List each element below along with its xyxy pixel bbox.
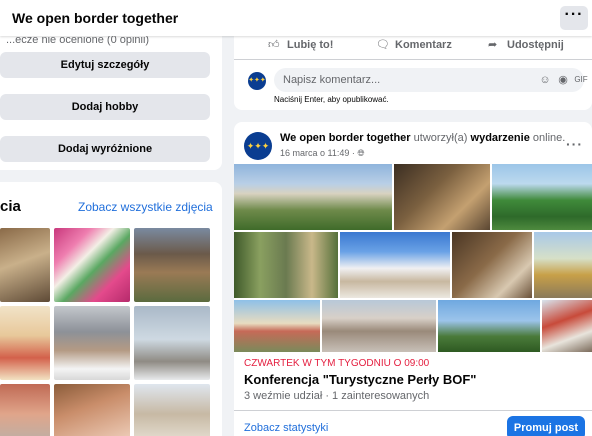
photo-tile xyxy=(492,164,592,230)
gif-icon[interactable]: GIF xyxy=(574,73,588,87)
comment-hint: Naciśnij Enter, aby opublikować. xyxy=(274,95,389,104)
photos-title: cia xyxy=(0,198,21,215)
share-label: Udostępnij xyxy=(507,39,564,51)
eu-flag-icon: ✦✦✦ xyxy=(248,77,266,84)
photo-thumbnail[interactable] xyxy=(54,384,130,436)
photo-tile xyxy=(322,300,436,352)
photo-thumbnail[interactable] xyxy=(0,384,50,436)
comment-placeholder: Napisz komentarz... xyxy=(283,74,381,86)
post-more-button[interactable]: ··· xyxy=(566,136,583,152)
timestamp-text: 16 marca o 11:49 · xyxy=(280,148,358,158)
photo-tile xyxy=(438,300,540,352)
avatar[interactable]: ✦✦✦ xyxy=(244,132,272,160)
event-date: CZWARTEK W TYM TYGODNIU O 09:00 xyxy=(244,358,430,369)
page-header: We open border together ··· xyxy=(0,0,592,36)
like-label: Lubię to! xyxy=(287,39,334,51)
photos-card: cia Zobacz wszystkie zdjęcia xyxy=(0,182,222,436)
page-title: We open border together xyxy=(12,10,179,26)
promote-post-button[interactable]: Promuj post xyxy=(507,416,585,436)
event-attendance: 3 weźmie udział · 1 zainteresowanych xyxy=(244,390,430,402)
photo-tile xyxy=(542,300,592,352)
page-name-link[interactable]: We open border together xyxy=(280,132,411,144)
photo-tile xyxy=(394,164,490,230)
avatar[interactable]: ✦✦✦ xyxy=(248,72,266,90)
photo-thumbnail[interactable] xyxy=(134,384,210,436)
globe-icon: 🌐︎ xyxy=(357,148,365,158)
previous-post: 👍︎ Lubię to! 🗨︎ Komentarz ➦ Udostępnij ✦✦✦ … xyxy=(234,30,592,110)
comment-input[interactable]: Napisz komentarz... ☺ ◉ GIF xyxy=(274,68,588,92)
comment-icon: 🗨︎ xyxy=(376,39,390,51)
photo-thumbnail[interactable] xyxy=(134,306,210,380)
see-stats-link[interactable]: Zobacz statystyki xyxy=(244,422,328,434)
emoji-icon[interactable]: ☺ xyxy=(538,73,552,87)
photo-thumbnail[interactable] xyxy=(54,306,130,380)
photo-thumbnail[interactable] xyxy=(0,228,50,302)
camera-icon[interactable]: ◉ xyxy=(556,73,570,87)
add-hobby-button[interactable]: Dodaj hobby xyxy=(0,94,210,120)
event-title[interactable]: Konferencja "Turystyczne Perły BOF" xyxy=(244,372,476,387)
add-featured-button[interactable]: Dodaj wyróżnione xyxy=(0,136,210,162)
eu-flag-icon: ✦✦✦ xyxy=(246,141,270,151)
thumbs-up-icon: 👍︎ xyxy=(268,39,280,51)
event-post: ✦✦✦ We open border together utworzył(a) … xyxy=(234,122,592,436)
comment-label: Komentarz xyxy=(395,39,452,51)
photo-thumbnail[interactable] xyxy=(54,228,130,302)
divider xyxy=(234,410,592,411)
photo-tile xyxy=(534,232,592,298)
post-verb: utworzył(a) xyxy=(413,132,468,144)
post-header: ✦✦✦ We open border together utworzył(a) … xyxy=(244,130,584,162)
comment-button[interactable]: 🗨︎ Komentarz xyxy=(376,38,452,51)
photo-thumbnail[interactable] xyxy=(134,228,210,302)
event-link[interactable]: wydarzenie xyxy=(471,132,530,144)
about-card: ...ecze nie ocenione (0 opinii) Edytuj s… xyxy=(0,30,222,170)
share-icon: ➦ xyxy=(488,39,498,51)
share-button[interactable]: ➦ Udostępnij xyxy=(488,38,564,51)
like-button[interactable]: 👍︎ Lubię to! xyxy=(268,38,333,51)
more-options-button[interactable]: ··· xyxy=(560,6,588,30)
post-author-line: We open border together utworzył(a) wyda… xyxy=(280,132,565,144)
see-all-photos-link[interactable]: Zobacz wszystkie zdjęcia xyxy=(78,200,213,214)
post-suffix: online. xyxy=(532,132,566,144)
post-timestamp[interactable]: 16 marca o 11:49 · 🌐︎ xyxy=(280,148,365,159)
edit-details-button[interactable]: Edytuj szczegóły xyxy=(0,52,210,78)
photo-tile xyxy=(340,232,450,298)
photo-thumbnail[interactable] xyxy=(0,306,50,380)
event-cover-collage[interactable] xyxy=(234,164,592,352)
photo-tile xyxy=(234,232,338,298)
photo-tile xyxy=(452,232,532,298)
photo-tile xyxy=(234,300,320,352)
photo-tile xyxy=(234,164,392,230)
